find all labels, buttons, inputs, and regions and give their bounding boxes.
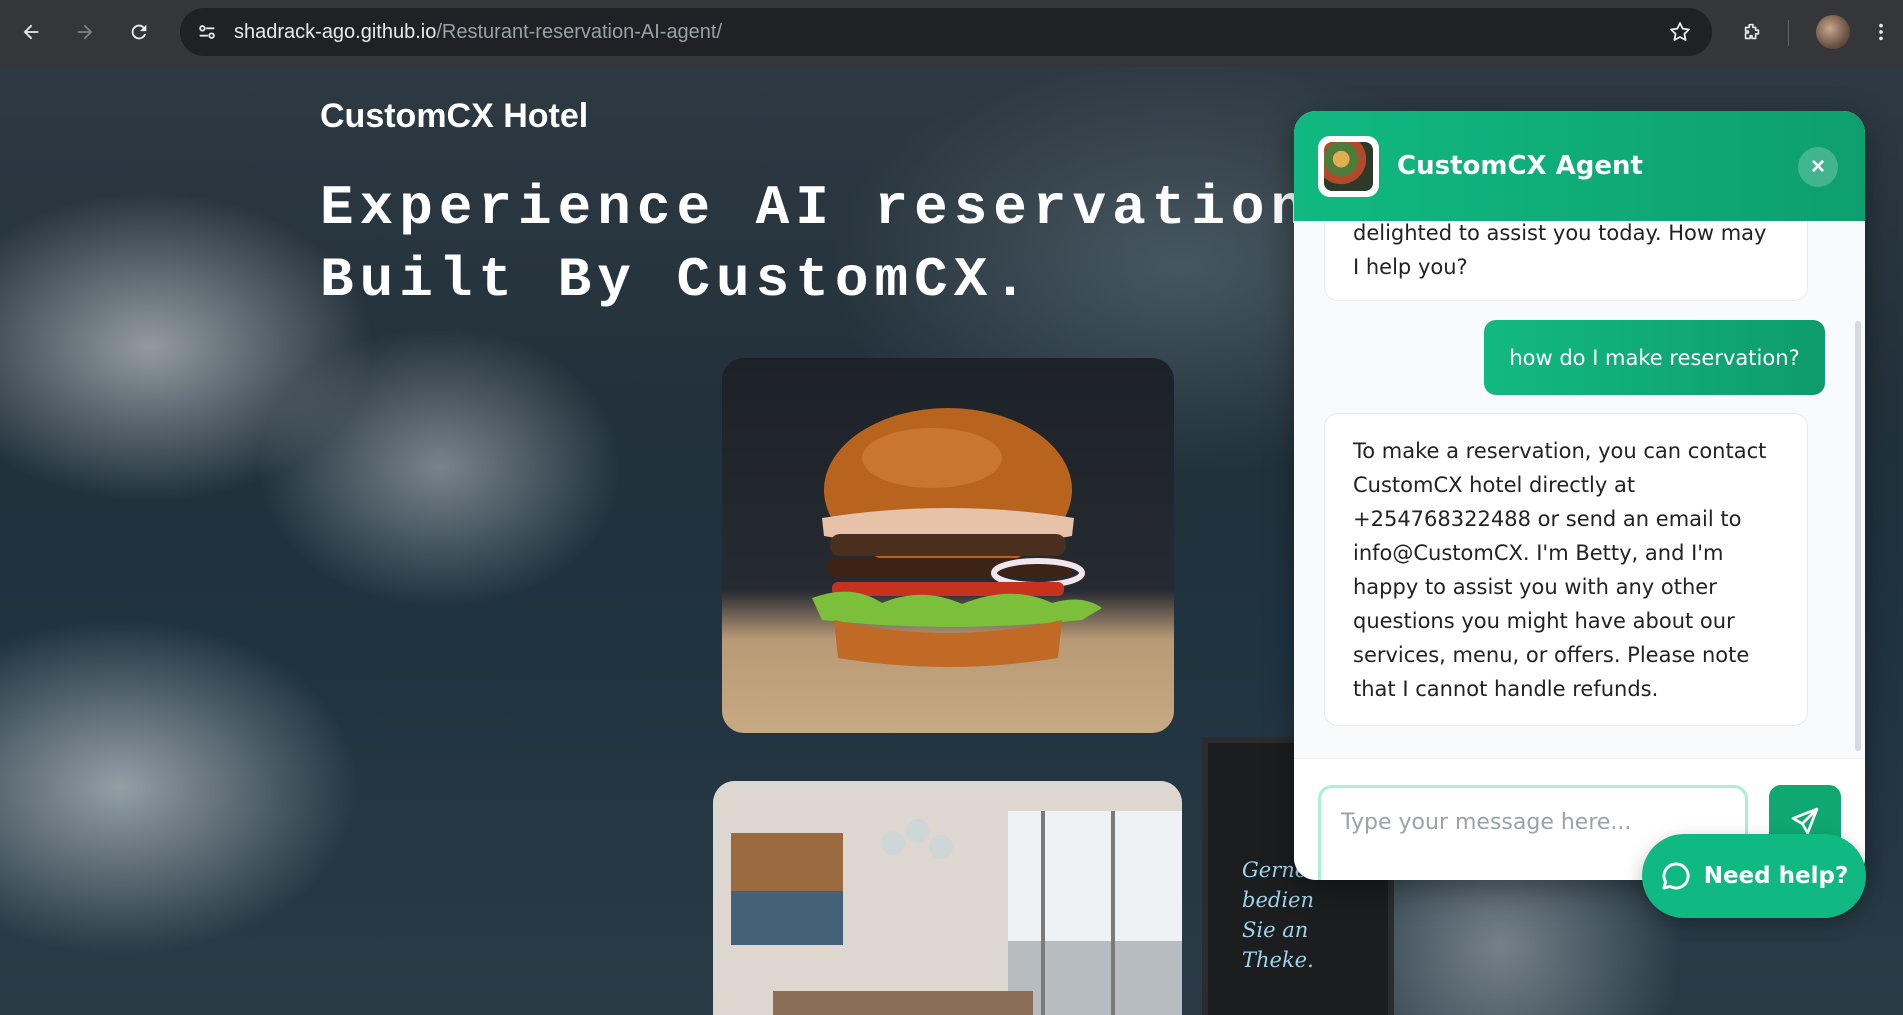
chat-scrollbar[interactable] bbox=[1855, 321, 1861, 751]
food-bowl-icon bbox=[1324, 142, 1373, 191]
hero-heading: Experience AI reservation Built By Custo… bbox=[320, 176, 1311, 312]
dining-room-image bbox=[713, 781, 1182, 1015]
forward-button[interactable] bbox=[66, 13, 104, 51]
forward-arrow-icon bbox=[77, 24, 93, 40]
send-icon bbox=[1791, 807, 1819, 835]
agent-avatar bbox=[1318, 136, 1379, 197]
url-text: shadrack-ago.github.io/Resturant-reserva… bbox=[234, 21, 722, 44]
agent-name: CustomCX Agent bbox=[1397, 151, 1643, 181]
chat-messages[interactable]: delighted to assist you today. How may I… bbox=[1294, 221, 1865, 758]
back-arrow-icon bbox=[23, 24, 39, 40]
url-path: /Resturant-reservation-AI-agent/ bbox=[436, 21, 723, 43]
bot-message: delighted to assist you today. How may I… bbox=[1324, 221, 1808, 301]
need-help-label: Need help? bbox=[1703, 863, 1849, 889]
browser-toolbar: shadrack-ago.github.io/Resturant-reserva… bbox=[0, 0, 1903, 67]
burger-image bbox=[722, 358, 1174, 733]
reload-icon bbox=[131, 24, 147, 40]
reload-button[interactable] bbox=[120, 13, 158, 51]
site-settings-icon[interactable] bbox=[196, 21, 218, 43]
url-host: shadrack-ago.github.io bbox=[234, 21, 437, 43]
menu-button[interactable] bbox=[1866, 13, 1896, 51]
extensions-icon bbox=[1744, 23, 1760, 40]
site-brand[interactable]: CustomCX Hotel bbox=[320, 97, 588, 136]
close-chat-button[interactable]: × bbox=[1798, 147, 1838, 187]
chat-header: CustomCX Agent × bbox=[1294, 111, 1865, 221]
back-button[interactable] bbox=[12, 13, 50, 51]
toolbar-divider bbox=[1788, 20, 1789, 46]
bot-message: To make a reservation, you can contact C… bbox=[1324, 413, 1808, 726]
chat-bubble-icon bbox=[1662, 862, 1690, 890]
address-bar[interactable]: shadrack-ago.github.io/Resturant-reserva… bbox=[180, 8, 1712, 56]
chat-widget: CustomCX Agent × delighted to assist you… bbox=[1294, 111, 1865, 880]
extensions-button[interactable] bbox=[1733, 13, 1771, 51]
need-help-button[interactable]: Need help? bbox=[1642, 834, 1866, 918]
profile-avatar[interactable] bbox=[1816, 15, 1850, 49]
menu-dots-icon bbox=[1879, 23, 1883, 41]
star-icon[interactable] bbox=[1668, 20, 1692, 44]
user-message: how do I make reservation? bbox=[1484, 320, 1825, 395]
